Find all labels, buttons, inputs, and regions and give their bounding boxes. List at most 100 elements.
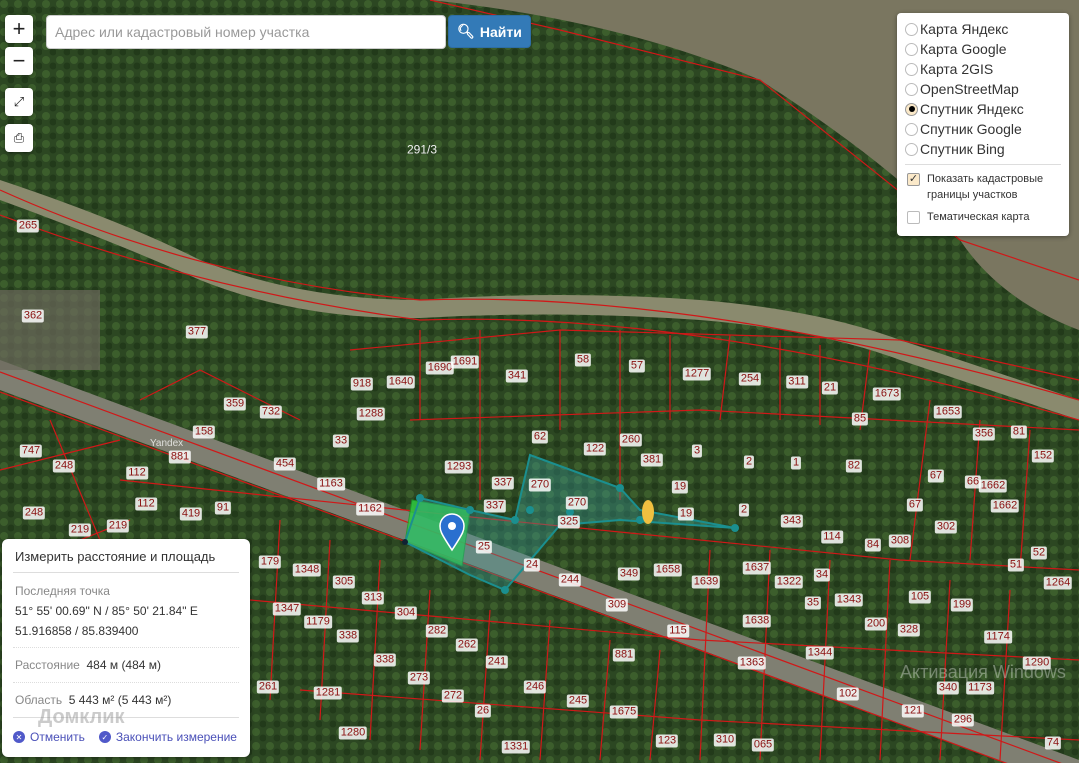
- layer-option[interactable]: Карта Яндекс: [905, 19, 1061, 39]
- parcel-label[interactable]: 112: [126, 466, 148, 480]
- parcel-label[interactable]: 24: [523, 558, 541, 572]
- parcel-label[interactable]: 337: [491, 476, 515, 490]
- parcel-label[interactable]: 1637: [742, 561, 772, 575]
- fullscreen-icon[interactable]: ⤢: [5, 88, 33, 116]
- parcel-label[interactable]: 245: [566, 694, 590, 708]
- parcel-label[interactable]: 244: [558, 573, 582, 587]
- parcel-label[interactable]: 419: [179, 507, 203, 521]
- parcel-label[interactable]: 270: [528, 478, 552, 492]
- parcel-label[interactable]: 296: [951, 713, 975, 727]
- parcel-label[interactable]: 246: [523, 680, 547, 694]
- parcel-label[interactable]: 1162: [356, 502, 384, 516]
- parcel-label[interactable]: 1640: [386, 375, 416, 389]
- cadastral-checkbox[interactable]: ✓ Показать кадастровые границы участков: [905, 171, 1061, 203]
- parcel-label[interactable]: 1662: [978, 479, 1008, 493]
- parcel-label[interactable]: 338: [373, 653, 397, 667]
- parcel-label[interactable]: 1264: [1043, 576, 1073, 590]
- parcel-label[interactable]: 241: [485, 655, 509, 669]
- thematic-checkbox[interactable]: Тематическая карта: [905, 209, 1061, 225]
- parcel-label[interactable]: 3: [691, 444, 703, 458]
- parcel-label[interactable]: 1163: [317, 477, 345, 491]
- parcel-label[interactable]: 57: [628, 359, 646, 373]
- parcel-label[interactable]: 115: [667, 624, 689, 638]
- parcel-label[interactable]: 305: [332, 575, 356, 589]
- parcel-label[interactable]: 152: [1031, 449, 1055, 463]
- parcel-label[interactable]: 1363: [737, 656, 767, 670]
- parcel-label[interactable]: 1662: [990, 499, 1020, 513]
- parcel-label[interactable]: 112: [135, 497, 157, 511]
- parcel-label[interactable]: 1290: [1022, 656, 1052, 670]
- parcel-label[interactable]: 310: [713, 733, 737, 747]
- parcel-label[interactable]: 219: [106, 519, 130, 533]
- parcel-label[interactable]: 1675: [609, 705, 639, 719]
- parcel-label[interactable]: 454: [273, 457, 297, 471]
- parcel-label[interactable]: 1277: [682, 367, 712, 381]
- zoom-in-button[interactable]: +: [5, 15, 33, 43]
- layer-option[interactable]: Карта Google: [905, 39, 1061, 59]
- parcel-label[interactable]: 325: [557, 515, 581, 529]
- parcel-label[interactable]: 67: [906, 498, 924, 512]
- parcel-label[interactable]: 58: [574, 353, 592, 367]
- parcel-label[interactable]: 262: [455, 638, 479, 652]
- parcel-label[interactable]: 065: [751, 738, 775, 752]
- layer-option[interactable]: OpenStreetMap: [905, 79, 1061, 99]
- parcel-label[interactable]: 1173: [966, 681, 994, 695]
- parcel-label[interactable]: 313: [361, 591, 385, 605]
- parcel-label[interactable]: 219: [68, 523, 92, 537]
- parcel-label[interactable]: 377: [185, 325, 209, 339]
- parcel-label[interactable]: 732: [259, 405, 283, 419]
- parcel-label[interactable]: 1322: [774, 575, 804, 589]
- parcel-label[interactable]: 282: [425, 624, 449, 638]
- parcel-label[interactable]: 381: [640, 453, 664, 467]
- parcel-label[interactable]: 1348: [292, 563, 322, 577]
- parcel-label[interactable]: 1691: [450, 355, 480, 369]
- parcel-label[interactable]: 1331: [501, 740, 531, 754]
- parcel-label[interactable]: 248: [22, 506, 46, 520]
- parcel-label[interactable]: 114: [821, 530, 843, 544]
- parcel-label[interactable]: 1653: [933, 405, 963, 419]
- parcel-label[interactable]: 1344: [805, 646, 835, 660]
- parcel-label[interactable]: 33: [332, 434, 350, 448]
- parcel-label[interactable]: 918: [350, 377, 374, 391]
- parcel-label[interactable]: 122: [583, 442, 607, 456]
- parcel-label[interactable]: 34: [813, 568, 831, 582]
- parcel-label[interactable]: 356: [972, 427, 996, 441]
- parcel-label[interactable]: 273: [407, 671, 431, 685]
- parcel-label[interactable]: 67: [927, 469, 945, 483]
- parcel-label[interactable]: 1179: [304, 615, 332, 629]
- parcel-label[interactable]: 51: [1007, 558, 1025, 572]
- parcel-label[interactable]: 302: [934, 520, 958, 534]
- layer-option[interactable]: Спутник Яндекс: [905, 99, 1061, 119]
- parcel-label[interactable]: 362: [21, 309, 45, 323]
- parcel-label[interactable]: 52: [1030, 546, 1048, 560]
- parcel-label[interactable]: 1174: [984, 630, 1012, 644]
- parcel-label[interactable]: 199: [950, 598, 974, 612]
- parcel-label[interactable]: 254: [738, 372, 762, 386]
- search-button[interactable]: 🔍︎ Найти: [448, 15, 531, 48]
- parcel-label[interactable]: 1639: [691, 575, 721, 589]
- parcel-label[interactable]: 260: [619, 433, 643, 447]
- parcel-label[interactable]: 291/3: [405, 143, 439, 157]
- parcel-label[interactable]: 158: [192, 425, 216, 439]
- parcel-label[interactable]: 102: [836, 687, 860, 701]
- parcel-label[interactable]: 1: [790, 456, 802, 470]
- parcel-label[interactable]: 1673: [872, 387, 902, 401]
- parcel-label[interactable]: 2: [743, 455, 755, 469]
- parcel-label[interactable]: 881: [168, 450, 192, 464]
- cancel-measure-button[interactable]: ✕ Отменить: [13, 730, 85, 744]
- print-icon[interactable]: ⎙: [5, 124, 33, 152]
- search-input[interactable]: [46, 15, 446, 49]
- parcel-label[interactable]: 81: [1010, 425, 1028, 439]
- parcel-label[interactable]: 340: [936, 681, 960, 695]
- parcel-label[interactable]: 309: [605, 598, 629, 612]
- parcel-label[interactable]: 35: [804, 596, 822, 610]
- parcel-label[interactable]: 359: [223, 397, 247, 411]
- zoom-out-button[interactable]: −: [5, 47, 33, 75]
- parcel-label[interactable]: 21: [821, 381, 839, 395]
- parcel-label[interactable]: 747: [19, 444, 43, 458]
- parcel-label[interactable]: 349: [617, 567, 641, 581]
- layer-option[interactable]: Спутник Bing: [905, 139, 1061, 159]
- parcel-label[interactable]: 304: [394, 606, 418, 620]
- parcel-label[interactable]: 2: [738, 503, 750, 517]
- parcel-label[interactable]: 1281: [313, 686, 343, 700]
